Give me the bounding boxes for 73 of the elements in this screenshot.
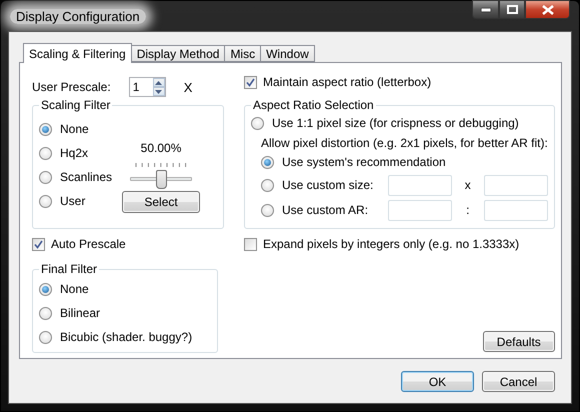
close-button[interactable] bbox=[525, 0, 570, 19]
radio-label: Use custom size: bbox=[282, 178, 374, 192]
input-field[interactable] bbox=[388, 174, 452, 196]
minimize-button[interactable] bbox=[472, 0, 499, 19]
group-title: Scaling Filter bbox=[39, 98, 112, 112]
radio-option[interactable]: Scanlines bbox=[39, 170, 112, 184]
radio-label: Scanlines bbox=[60, 170, 112, 184]
prescale-unit: X bbox=[184, 80, 192, 94]
radio-option[interactable]: None bbox=[39, 122, 112, 136]
checkbox-label: Expand pixels by integers only (e.g. no 1.3333x) bbox=[263, 237, 520, 251]
prescale-spinner[interactable]: 1 bbox=[128, 77, 166, 97]
maximize-button[interactable] bbox=[499, 0, 525, 19]
radio-option[interactable]: Use 1:1 pixel size (for crispness or debugging) bbox=[251, 116, 548, 130]
tab[interactable]: Scaling & Filtering bbox=[23, 43, 132, 63]
prescale-label: User Prescale: bbox=[32, 80, 111, 94]
defaults-button[interactable]: Defaults bbox=[482, 331, 555, 352]
checkbox-label: Auto Prescale bbox=[51, 237, 126, 251]
radio-label: None bbox=[60, 122, 89, 136]
radio-label: User bbox=[60, 194, 86, 208]
slider-ticks bbox=[135, 163, 188, 168]
separator: x bbox=[464, 178, 472, 192]
slider-thumb[interactable] bbox=[156, 170, 168, 188]
checkbox[interactable] bbox=[244, 238, 257, 250]
radio-option[interactable]: None bbox=[39, 282, 211, 296]
radio-button[interactable] bbox=[261, 178, 274, 192]
close-icon bbox=[542, 4, 554, 14]
radio-label: Hq2x bbox=[60, 146, 88, 160]
radio-label: None bbox=[60, 282, 89, 296]
radio-button[interactable] bbox=[39, 194, 52, 208]
radio-label: Bilinear bbox=[60, 306, 100, 320]
dialog-button[interactable]: OK bbox=[401, 371, 474, 392]
radio-button[interactable] bbox=[39, 146, 52, 160]
radio-option[interactable]: Bilinear bbox=[39, 306, 211, 320]
checkbox[interactable] bbox=[244, 76, 257, 88]
check-icon bbox=[34, 240, 43, 248]
radio-button[interactable] bbox=[39, 306, 52, 320]
radio-label: Use custom AR: bbox=[282, 203, 368, 217]
input-field[interactable] bbox=[484, 174, 548, 196]
input-field[interactable] bbox=[484, 200, 548, 220]
window-title: Display Configuration bbox=[10, 9, 146, 24]
radio-button[interactable] bbox=[39, 282, 52, 296]
group-title: Aspect Ratio Selection bbox=[251, 98, 376, 112]
distortion-label: Allow pixel distortion (e.g. 2x1 pixels, for better AR fit): bbox=[261, 136, 548, 150]
radio-option[interactable]: User bbox=[39, 194, 112, 208]
radio-button[interactable] bbox=[251, 116, 264, 130]
radio-option[interactable]: Use custom size: bbox=[261, 178, 374, 192]
radio-button[interactable] bbox=[39, 330, 52, 344]
radio-option[interactable]: Use custom AR: bbox=[261, 203, 368, 217]
radio-button[interactable] bbox=[261, 204, 274, 216]
radio-option[interactable]: Bicubic (shader. buggy?) bbox=[39, 330, 211, 344]
maximize-icon bbox=[506, 5, 518, 14]
separator: : bbox=[465, 203, 470, 217]
tab[interactable]: Display Method bbox=[130, 45, 226, 62]
check-icon bbox=[246, 78, 255, 86]
slider-reading: 50.00% bbox=[140, 141, 182, 155]
down-arrow-icon bbox=[155, 90, 162, 94]
radio-label: Bicubic (shader. buggy?) bbox=[60, 330, 192, 344]
tab[interactable]: Misc bbox=[224, 45, 262, 62]
radio-button[interactable] bbox=[39, 170, 52, 184]
radio-option[interactable]: Hq2x bbox=[39, 146, 112, 160]
input-field[interactable] bbox=[388, 200, 452, 220]
minimize-icon bbox=[480, 8, 490, 12]
slider[interactable] bbox=[130, 168, 192, 190]
group-title: Final Filter bbox=[39, 262, 100, 276]
dialog-button[interactable]: Cancel bbox=[482, 371, 555, 392]
checkbox-label: Maintain aspect ratio (letterbox) bbox=[263, 75, 432, 89]
radio-button[interactable] bbox=[261, 156, 274, 168]
up-arrow-icon bbox=[155, 80, 162, 84]
select-button[interactable]: Select bbox=[122, 191, 200, 213]
tab[interactable]: Window bbox=[260, 45, 315, 62]
checkbox[interactable] bbox=[32, 238, 45, 250]
radio-button[interactable] bbox=[39, 122, 52, 136]
radio-label: Use 1:1 pixel size (for crispness or debugging) bbox=[272, 116, 519, 130]
